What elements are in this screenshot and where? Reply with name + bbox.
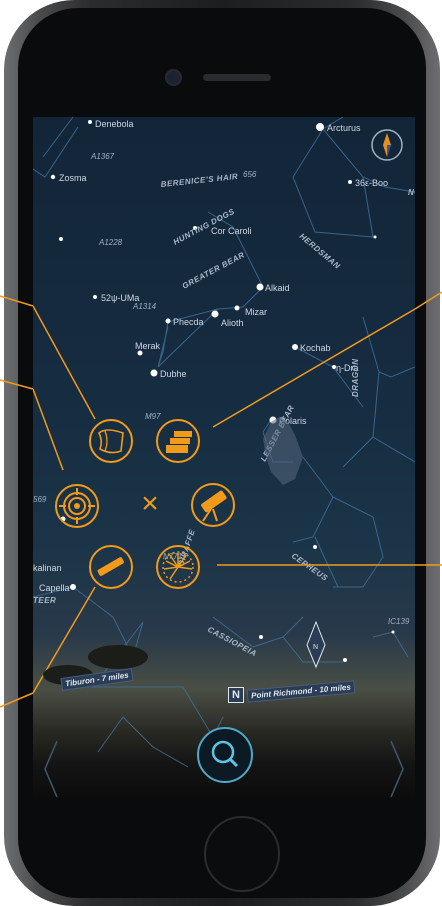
north-badge: N (228, 687, 244, 703)
star-label: Cor Caroli (211, 226, 252, 236)
north-marker-icon: N (306, 620, 326, 669)
constellation-outline-tool[interactable] (89, 419, 133, 463)
star-label: Arcturus (327, 123, 361, 133)
target-tool[interactable] (55, 484, 99, 528)
star-label: Kochab (300, 343, 331, 353)
dso-label: IC139 (388, 617, 410, 626)
star-label: Phecda (173, 317, 204, 327)
home-button[interactable] (204, 816, 280, 892)
spectrum-icon (162, 551, 194, 583)
sky-view[interactable]: Denebola Arcturus Zosma A1367 36ε-Boo Co… (33, 117, 415, 798)
star-label: Capella (39, 583, 70, 593)
dso-icon (166, 431, 192, 453)
binoculars-tool[interactable] (89, 545, 133, 589)
star-label: kalinan (33, 563, 62, 573)
search-button[interactable] (197, 727, 253, 783)
constellation-label: TEER (33, 596, 56, 605)
constellation-outline-icon (98, 429, 124, 454)
constellation-label: GREATER BEAR (181, 250, 247, 291)
constellation-art (263, 417, 303, 485)
star-label: Merak (135, 341, 161, 351)
constellation-label: 656 (243, 170, 257, 179)
star-label: 36ε-Boo (355, 178, 388, 188)
earpiece-speaker (203, 74, 271, 81)
constellation-label: CASSIOPEIA (206, 625, 258, 658)
star-label: Alkaid (265, 283, 290, 293)
star-label: A1314 (132, 302, 157, 311)
star-label: A1367 (90, 152, 115, 161)
star-label: A1228 (98, 238, 123, 247)
constellation-label: DRAGON (351, 358, 360, 397)
constellation-label: BERENICE'S HAIR (160, 172, 238, 189)
binoculars-icon (97, 557, 124, 576)
target-icon (59, 488, 95, 524)
star-label: Denebola (95, 119, 134, 129)
spectrum-tool[interactable] (156, 545, 200, 589)
svg-text:N: N (313, 644, 318, 651)
constellation-label: NO (408, 188, 415, 197)
compass-icon[interactable] (371, 129, 403, 161)
chevron-left-icon (44, 740, 58, 798)
telescope-icon (201, 490, 227, 522)
constellation-label: HERDSMAN (298, 232, 342, 271)
previous-arrow[interactable] (43, 739, 59, 798)
next-arrow[interactable] (389, 739, 405, 798)
dso-label: M97 (145, 412, 161, 421)
search-icon (211, 740, 239, 768)
front-camera (165, 69, 182, 86)
telescope-tool[interactable] (191, 483, 235, 527)
deep-sky-objects-tool[interactable] (156, 419, 200, 463)
star-label: Mizar (245, 307, 267, 317)
star-label: Zosma (59, 173, 87, 183)
chevron-right-icon (390, 740, 404, 798)
star-label: Alioth (221, 318, 244, 328)
close-tools-button[interactable]: × (137, 489, 163, 519)
star-label: Dubhe (160, 369, 187, 379)
dso-label: 569 (33, 495, 47, 504)
